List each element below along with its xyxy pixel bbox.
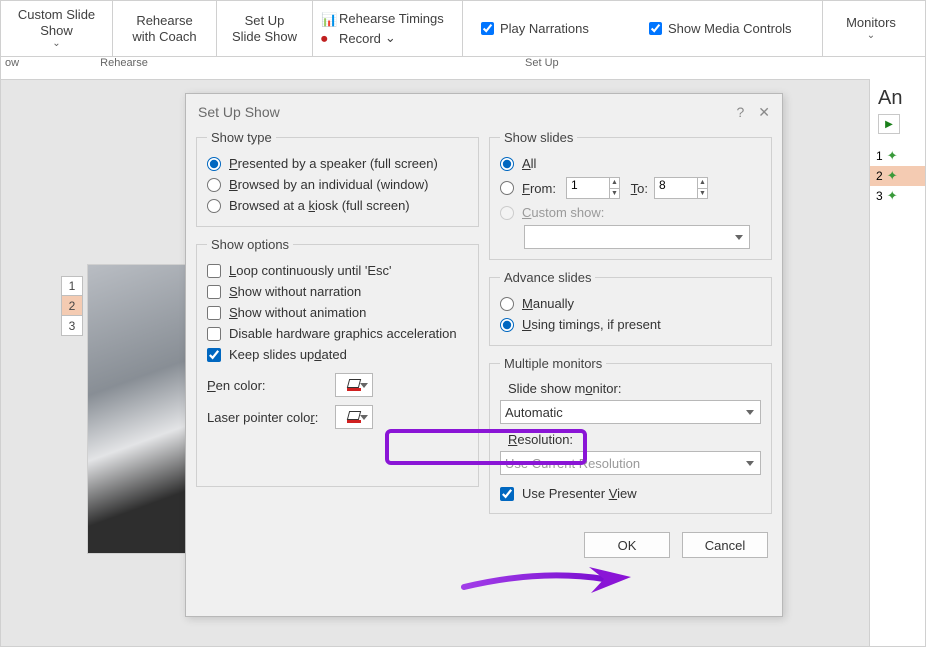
ribbon-group-labels: ow Rehearse Set Up xyxy=(1,57,925,77)
custom-slide-show-button[interactable]: Custom Slide Show⌄ xyxy=(1,1,113,56)
rehearse-timings-button[interactable]: 📊Rehearse Timings xyxy=(321,11,454,26)
slide-preview-image xyxy=(87,264,197,554)
check-disable-hw[interactable]: Disable hardware graphics acceleration xyxy=(207,323,468,344)
to-spinner[interactable]: ▲▼ xyxy=(654,177,708,199)
anim-item-3[interactable]: 3✦ xyxy=(870,186,925,206)
monitors-button[interactable]: Monitors⌄ xyxy=(823,1,919,56)
from-spinner[interactable]: ▲▼ xyxy=(566,177,620,199)
timings-record-group: 📊Rehearse Timings ⏺Record ⌄ xyxy=(313,1,463,56)
anim-item-1[interactable]: 1✦ xyxy=(870,146,925,166)
record-button[interactable]: ⏺Record ⌄ xyxy=(321,30,454,46)
radio-manually[interactable]: Manually xyxy=(500,293,761,314)
check-without-animation[interactable]: Show without animation xyxy=(207,302,468,323)
thumb-3[interactable]: 3 xyxy=(61,316,83,336)
record-icon: ⏺ xyxy=(321,31,335,45)
anim-item-2[interactable]: 2✦ xyxy=(870,166,925,186)
radio-browsed-kiosk[interactable]: Browsed at a kiosk (full screen) xyxy=(207,195,468,216)
ok-button[interactable]: OK xyxy=(584,532,670,558)
radio-from[interactable] xyxy=(500,181,514,195)
advance-slides-group: Advance slides Manually Using timings, i… xyxy=(489,270,772,346)
star-icon: ✦ xyxy=(887,188,898,204)
resolution-label: Resolution: xyxy=(500,424,761,451)
check-keep-updated[interactable]: Keep slides updated xyxy=(207,344,468,365)
star-icon: ✦ xyxy=(887,148,898,164)
cancel-button[interactable]: Cancel xyxy=(682,532,768,558)
check-presenter-view[interactable]: Use Presenter View xyxy=(500,483,761,504)
timings-icon: 📊 xyxy=(321,12,335,26)
radio-browsed-individual[interactable]: Browsed by an individual (window) xyxy=(207,174,468,195)
check-without-narration[interactable]: Show without narration xyxy=(207,281,468,302)
laser-color-label: Laser pointer color: xyxy=(207,410,327,425)
show-options-group: Show options Loop continuously until 'Es… xyxy=(196,237,479,487)
dialog-titlebar: Set Up Show ? ✕ xyxy=(186,94,782,130)
slide-thumbnail-numbers: 1 2 3 xyxy=(61,276,83,336)
custom-show-combo xyxy=(524,225,750,249)
radio-custom-show: Custom show: xyxy=(500,202,761,223)
multiple-monitors-group: Multiple monitors Slide show monitor: Au… xyxy=(489,356,772,514)
setup-show-dialog: Set Up Show ? ✕ Show type Presented by a… xyxy=(185,93,783,617)
resolution-combo: Use Current Resolution xyxy=(500,451,761,475)
bucket-icon xyxy=(347,379,361,391)
rehearse-with-coach-button[interactable]: Rehearse with Coach xyxy=(113,1,217,56)
close-button[interactable]: ✕ xyxy=(758,104,770,121)
play-narrations-checkbox[interactable]: Play Narrations xyxy=(463,1,631,56)
thumb-2[interactable]: 2 xyxy=(61,296,83,316)
show-media-controls-checkbox[interactable]: Show Media Controls xyxy=(631,1,823,56)
play-button[interactable]: ▶ xyxy=(878,114,900,134)
show-slides-group: Show slides All From: ▲▼ To: ▲▼ Custom s… xyxy=(489,130,772,260)
ribbon: Custom Slide Show⌄ Rehearse with Coach S… xyxy=(1,1,925,57)
monitor-label: Slide show monitor: xyxy=(500,379,761,400)
help-button[interactable]: ? xyxy=(736,104,744,120)
pen-color-picker[interactable] xyxy=(335,373,373,397)
dialog-title: Set Up Show xyxy=(198,104,280,120)
monitor-combo[interactable]: Automatic xyxy=(500,400,761,424)
thumb-1[interactable]: 1 xyxy=(61,276,83,296)
star-icon: ✦ xyxy=(887,168,898,184)
laser-color-picker[interactable] xyxy=(335,405,373,429)
pane-title: An xyxy=(870,79,925,114)
radio-presented-speaker[interactable]: Presented by a speaker (full screen) xyxy=(207,153,468,174)
bucket-icon xyxy=(347,411,361,423)
check-loop[interactable]: Loop continuously until 'Esc' xyxy=(207,260,468,281)
pen-color-label: Pen color: xyxy=(207,378,327,393)
radio-timings[interactable]: Using timings, if present xyxy=(500,314,761,335)
setup-slide-show-button[interactable]: Set Up Slide Show xyxy=(217,1,313,56)
show-type-group: Show type Presented by a speaker (full s… xyxy=(196,130,479,227)
animation-pane: An ▶ 1✦ 2✦ 3✦ xyxy=(869,79,925,646)
radio-all-slides[interactable]: All xyxy=(500,153,761,174)
